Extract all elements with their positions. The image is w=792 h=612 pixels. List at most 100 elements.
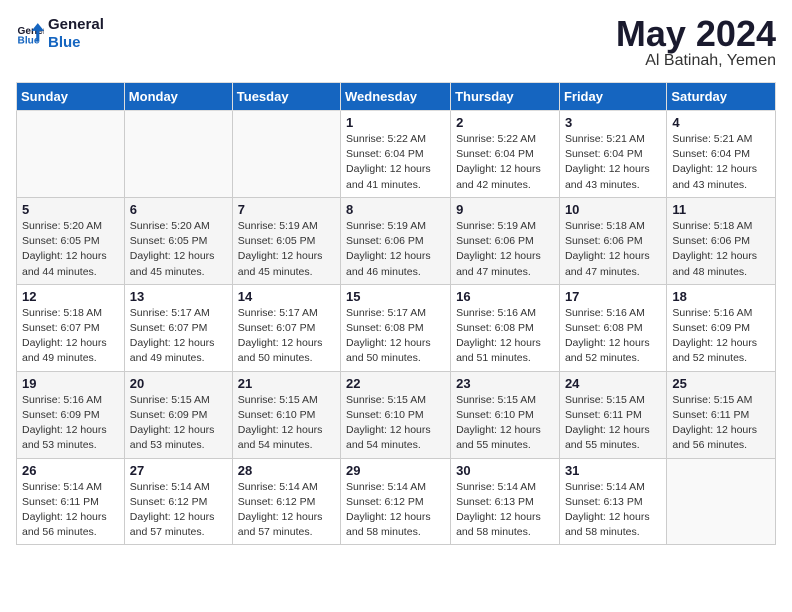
day-number: 25 [672,376,770,391]
calendar-cell: 9Sunrise: 5:19 AM Sunset: 6:06 PM Daylig… [451,197,560,284]
calendar-cell: 26 Sunrise: 5:14 AM Sunset: 6:11 PM Dayli… [17,458,125,545]
calendar-cell: 13Sunrise: 5:17 AM Sunset: 6:07 PM Dayli… [124,284,232,371]
cell-info: Sunrise: 5:15 AM Sunset: 6:09 PM Dayligh… [130,393,227,454]
day-number: 16 [456,289,554,304]
cell-info: Sunrise: 5:20 AM Sunset: 6:05 PM Dayligh… [22,219,119,280]
cell-info: Sunrise: 5:14 AM Sunset: 6:12 PM Dayligh… [238,480,335,541]
calendar-cell: 5Sunrise: 5:20 AM Sunset: 6:05 PM Daylig… [17,197,125,284]
cell-info: Sunrise: 5:16 AM Sunset: 6:09 PM Dayligh… [22,393,119,454]
calendar-cell: 17 Sunrise: 5:16 AM Sunset: 6:08 PM Dayli… [559,284,666,371]
calendar-cell: 1 Sunrise: 5:22 AM Sunset: 6:04 PM Daylig… [341,111,451,198]
day-number: 20 [130,376,227,391]
cell-info: Sunrise: 5:21 AM Sunset: 6:04 PM Dayligh… [672,132,770,193]
cell-info: Sunrise: 5:16 AM Sunset: 6:08 PM Dayligh… [565,306,661,367]
calendar-header-row: SundayMondayTuesdayWednesdayThursdayFrid… [17,83,776,111]
logo-general: General [48,16,104,34]
day-number: 4 [672,115,770,130]
cell-info: Sunrise: 5:14 AM Sunset: 6:11 PM Dayligh… [22,480,119,541]
header-wednesday: Wednesday [341,83,451,111]
calendar-cell: 14Sunrise: 5:17 AM Sunset: 6:07 PM Dayli… [232,284,340,371]
calendar-cell: 19 Sunrise: 5:16 AM Sunset: 6:09 PM Dayli… [17,371,125,458]
calendar-table: SundayMondayTuesdayWednesdayThursdayFrid… [16,82,776,545]
calendar-cell: 16Sunrise: 5:16 AM Sunset: 6:08 PM Dayli… [451,284,560,371]
day-number: 18 [672,289,770,304]
header-friday: Friday [559,83,666,111]
calendar-cell: 27 Sunrise: 5:14 AM Sunset: 6:12 PM Dayli… [124,458,232,545]
cell-info: Sunrise: 5:22 AM Sunset: 6:04 PM Dayligh… [456,132,554,193]
calendar-cell: 2Sunrise: 5:22 AM Sunset: 6:04 PM Daylig… [451,111,560,198]
calendar-week-0: 1 Sunrise: 5:22 AM Sunset: 6:04 PM Daylig… [17,111,776,198]
header-thursday: Thursday [451,83,560,111]
cell-info: Sunrise: 5:16 AM Sunset: 6:09 PM Dayligh… [672,306,770,367]
logo-icon: General Blue [16,20,44,48]
cell-info: Sunrise: 5:18 AM Sunset: 6:07 PM Dayligh… [22,306,119,367]
day-number: 26 [22,463,119,478]
cell-info: Sunrise: 5:14 AM Sunset: 6:13 PM Dayligh… [565,480,661,541]
day-number: 3 [565,115,661,130]
calendar-cell: 11 Sunrise: 5:18 AM Sunset: 6:06 PM Dayli… [667,197,776,284]
calendar-cell [232,111,340,198]
title-area: May 2024 Al Batinah, Yemen [616,16,776,70]
cell-info: Sunrise: 5:15 AM Sunset: 6:11 PM Dayligh… [672,393,770,454]
day-number: 12 [22,289,119,304]
day-number: 7 [238,202,335,217]
day-number: 17 [565,289,661,304]
logo-blue: Blue [48,34,104,52]
day-number: 15 [346,289,445,304]
cell-info: Sunrise: 5:19 AM Sunset: 6:06 PM Dayligh… [346,219,445,280]
day-number: 30 [456,463,554,478]
header-tuesday: Tuesday [232,83,340,111]
day-number: 22 [346,376,445,391]
cell-info: Sunrise: 5:14 AM Sunset: 6:12 PM Dayligh… [130,480,227,541]
day-number: 9 [456,202,554,217]
calendar-cell: 7Sunrise: 5:19 AM Sunset: 6:05 PM Daylig… [232,197,340,284]
logo: General Blue General Blue [16,16,104,52]
calendar-week-1: 5Sunrise: 5:20 AM Sunset: 6:05 PM Daylig… [17,197,776,284]
day-number: 1 [346,115,445,130]
calendar-cell: 24 Sunrise: 5:15 AM Sunset: 6:11 PM Dayli… [559,371,666,458]
cell-info: Sunrise: 5:18 AM Sunset: 6:06 PM Dayligh… [672,219,770,280]
calendar-cell: 22 Sunrise: 5:15 AM Sunset: 6:10 PM Dayli… [341,371,451,458]
calendar-subtitle: Al Batinah, Yemen [616,52,776,70]
header: General Blue General Blue May 2024 Al Ba… [16,16,776,70]
calendar-cell [667,458,776,545]
calendar-cell: 23Sunrise: 5:15 AM Sunset: 6:10 PM Dayli… [451,371,560,458]
cell-info: Sunrise: 5:17 AM Sunset: 6:08 PM Dayligh… [346,306,445,367]
header-saturday: Saturday [667,83,776,111]
cell-info: Sunrise: 5:22 AM Sunset: 6:04 PM Dayligh… [346,132,445,193]
day-number: 21 [238,376,335,391]
calendar-week-4: 26 Sunrise: 5:14 AM Sunset: 6:11 PM Dayli… [17,458,776,545]
calendar-cell: 8 Sunrise: 5:19 AM Sunset: 6:06 PM Daylig… [341,197,451,284]
header-sunday: Sunday [17,83,125,111]
day-number: 8 [346,202,445,217]
calendar-cell: 31 Sunrise: 5:14 AM Sunset: 6:13 PM Dayli… [559,458,666,545]
day-number: 27 [130,463,227,478]
cell-info: Sunrise: 5:17 AM Sunset: 6:07 PM Dayligh… [238,306,335,367]
calendar-cell: 21 Sunrise: 5:15 AM Sunset: 6:10 PM Dayli… [232,371,340,458]
cell-info: Sunrise: 5:15 AM Sunset: 6:11 PM Dayligh… [565,393,661,454]
calendar-cell: 4 Sunrise: 5:21 AM Sunset: 6:04 PM Daylig… [667,111,776,198]
cell-info: Sunrise: 5:15 AM Sunset: 6:10 PM Dayligh… [346,393,445,454]
calendar-cell [17,111,125,198]
calendar-cell: 20 Sunrise: 5:15 AM Sunset: 6:09 PM Dayli… [124,371,232,458]
cell-info: Sunrise: 5:17 AM Sunset: 6:07 PM Dayligh… [130,306,227,367]
calendar-cell: 12 Sunrise: 5:18 AM Sunset: 6:07 PM Dayli… [17,284,125,371]
day-number: 10 [565,202,661,217]
calendar-cell: 25 Sunrise: 5:15 AM Sunset: 6:11 PM Dayli… [667,371,776,458]
header-monday: Monday [124,83,232,111]
day-number: 6 [130,202,227,217]
day-number: 24 [565,376,661,391]
day-number: 19 [22,376,119,391]
calendar-week-3: 19 Sunrise: 5:16 AM Sunset: 6:09 PM Dayli… [17,371,776,458]
cell-info: Sunrise: 5:14 AM Sunset: 6:12 PM Dayligh… [346,480,445,541]
cell-info: Sunrise: 5:15 AM Sunset: 6:10 PM Dayligh… [238,393,335,454]
calendar-week-2: 12 Sunrise: 5:18 AM Sunset: 6:07 PM Dayli… [17,284,776,371]
day-number: 31 [565,463,661,478]
cell-info: Sunrise: 5:14 AM Sunset: 6:13 PM Dayligh… [456,480,554,541]
calendar-title: May 2024 [616,16,776,52]
day-number: 11 [672,202,770,217]
calendar-cell: 15 Sunrise: 5:17 AM Sunset: 6:08 PM Dayli… [341,284,451,371]
calendar-cell: 6Sunrise: 5:20 AM Sunset: 6:05 PM Daylig… [124,197,232,284]
day-number: 29 [346,463,445,478]
calendar-cell [124,111,232,198]
